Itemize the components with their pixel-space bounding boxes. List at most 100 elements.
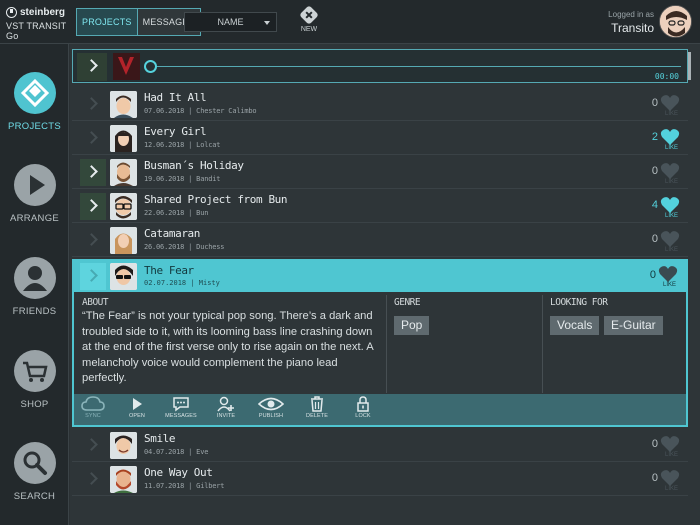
heart-icon[interactable] xyxy=(660,94,680,112)
sidebar-label: PROJECTS xyxy=(7,121,62,132)
expanded-project-header[interactable]: The Fear 02.07.2018 | Misty 0 LIKE xyxy=(74,261,686,292)
like-label: LIKE xyxy=(664,179,678,185)
like-label: LIKE xyxy=(664,145,678,151)
like-count: 4 xyxy=(651,199,658,211)
project-toolbar: SYNC OPEN MESSAGES INVITE PUBLISH DELETE xyxy=(74,394,686,425)
sync-button[interactable]: SYNC xyxy=(76,396,110,419)
sidebar-item-arrange[interactable]: ARRANGE xyxy=(0,164,69,224)
tab-projects[interactable]: PROJECTS xyxy=(77,9,137,35)
user-avatar[interactable] xyxy=(659,5,692,38)
avatar xyxy=(110,263,137,290)
project-title: The Fear xyxy=(144,264,194,277)
row-play-button[interactable] xyxy=(80,193,106,220)
tool-label: INVITE xyxy=(216,413,236,419)
row-play-button[interactable] xyxy=(80,432,106,459)
chevron-right-icon xyxy=(85,199,98,212)
like-count: 2 xyxy=(651,131,658,143)
looking-for-tag: E-Guitar xyxy=(604,316,663,335)
project-meta: 02.07.2018 | Misty xyxy=(144,279,220,287)
sidebar-item-search[interactable]: SEARCH xyxy=(0,442,69,502)
scrollbar[interactable] xyxy=(688,52,691,80)
open-button[interactable]: OPEN xyxy=(120,396,154,419)
project-meta: 04.07.2018 | Eve xyxy=(144,448,209,456)
player-time: 00:00 xyxy=(654,72,679,81)
list-item[interactable]: Had It All 07.06.2018 | Chester Calimbo … xyxy=(72,88,688,121)
cart-icon xyxy=(13,350,56,392)
sidebar-label: SHOP xyxy=(20,399,49,410)
row-play-button[interactable] xyxy=(80,263,106,290)
player-progress-track[interactable] xyxy=(151,66,681,67)
new-label: NEW xyxy=(300,26,318,33)
heart-icon[interactable] xyxy=(660,162,680,180)
like-label: LIKE xyxy=(664,111,678,117)
brand-name: steinberg xyxy=(20,7,66,18)
avatar xyxy=(110,193,137,220)
row-play-button[interactable] xyxy=(80,466,106,493)
tool-label: PUBLISH xyxy=(258,413,284,419)
project-title: Shared Project from Bun xyxy=(144,193,288,206)
lock-icon xyxy=(357,396,369,412)
like-label: LIKE xyxy=(664,213,678,219)
cloud-icon xyxy=(81,396,105,411)
like-label: LIKE xyxy=(664,486,678,492)
sidebar-item-shop[interactable]: SHOP xyxy=(0,350,69,410)
product-name: VST TRANSIT Go xyxy=(6,21,67,41)
heart-icon[interactable] xyxy=(658,265,678,283)
heart-icon[interactable] xyxy=(660,196,680,214)
list-item[interactable]: One Way Out 11.07.2018 | Gilbert 0 LIKE xyxy=(72,463,688,496)
plus-icon xyxy=(299,5,319,25)
list-item[interactable]: Smile 04.07.2018 | Eve 0 LIKE xyxy=(72,429,688,462)
sidebar-label: FRIENDS xyxy=(12,306,57,317)
row-play-button[interactable] xyxy=(80,159,106,186)
like-count: 0 xyxy=(651,438,658,450)
project-title: Smile xyxy=(144,432,176,445)
invite-button[interactable]: INVITE xyxy=(209,396,243,419)
looking-for-label: LOOKING FOR xyxy=(550,297,608,308)
chevron-right-icon xyxy=(85,472,98,485)
chevron-right-icon xyxy=(85,269,98,282)
messages-button[interactable]: MESSAGES xyxy=(164,396,198,419)
project-list: 00:00 Had It All 07.06.2018 | Chester Ca… xyxy=(70,44,700,525)
tool-label: OPEN xyxy=(129,413,145,419)
expanded-project: The Fear 02.07.2018 | Misty 0 LIKE ABOUT… xyxy=(72,259,688,427)
divider xyxy=(542,295,543,393)
heart-icon[interactable] xyxy=(660,128,680,146)
sidebar: PROJECTS ARRANGE FRIENDS SHOP SEARCH xyxy=(0,44,69,525)
project-title: Had It All xyxy=(144,91,207,104)
avatar xyxy=(110,227,137,254)
avatar xyxy=(110,466,137,493)
list-item[interactable]: Catamaran 26.06.2018 | Duchess 0 LIKE xyxy=(72,224,688,257)
tool-label: MESSAGES xyxy=(165,413,197,419)
publish-button[interactable]: PUBLISH xyxy=(254,396,288,419)
project-title: Busman´s Holiday xyxy=(144,159,244,172)
project-meta: 22.06.2018 | Bun xyxy=(144,209,209,217)
chevron-right-icon xyxy=(85,165,98,178)
list-item[interactable]: Every Girl 12.06.2018 | Lolcat 2 LIKE xyxy=(72,122,688,155)
genre-tag: Pop xyxy=(394,316,430,335)
player-play-button[interactable] xyxy=(77,53,107,81)
list-item[interactable]: Shared Project from Bun 22.06.2018 | Bun… xyxy=(72,190,688,223)
heart-icon[interactable] xyxy=(660,435,680,453)
delete-button[interactable]: DELETE xyxy=(300,396,334,419)
project-title: One Way Out xyxy=(144,466,213,479)
list-item[interactable]: Busman´s Holiday 19.06.2018 | Bandit 0 L… xyxy=(72,156,688,189)
row-play-button[interactable] xyxy=(80,125,106,152)
heart-icon[interactable] xyxy=(660,469,680,487)
new-project-button[interactable]: NEW xyxy=(297,5,321,33)
top-bar: steinberg VST TRANSIT Go PROJECTS MESSAG… xyxy=(0,0,700,44)
trash-icon xyxy=(311,396,323,412)
row-play-button[interactable] xyxy=(80,91,106,118)
heart-icon[interactable] xyxy=(660,230,680,248)
projects-icon xyxy=(13,72,56,114)
sidebar-item-friends[interactable]: FRIENDS xyxy=(0,257,69,317)
sidebar-item-projects[interactable]: PROJECTS xyxy=(0,72,69,132)
magnifier-icon xyxy=(13,442,56,484)
avatar xyxy=(110,159,137,186)
player-progress-knob[interactable] xyxy=(144,60,157,73)
project-meta: 19.06.2018 | Bandit xyxy=(144,175,221,183)
row-play-button[interactable] xyxy=(80,227,106,254)
lock-button[interactable]: LOCK xyxy=(346,396,380,419)
sort-select[interactable]: NAME xyxy=(184,12,277,32)
add-user-icon xyxy=(217,396,234,412)
avatar xyxy=(110,432,137,459)
